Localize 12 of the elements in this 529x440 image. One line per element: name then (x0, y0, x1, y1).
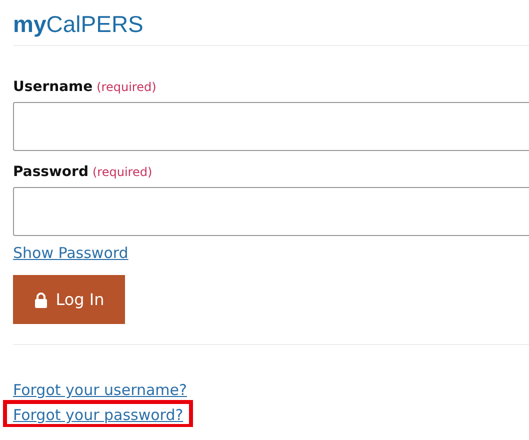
required-note: (required) (96, 79, 156, 96)
forgot-link[interactable]: Forgot your password? (13, 406, 184, 424)
forgot-link[interactable]: Forgot your username? (13, 381, 187, 399)
input-field[interactable] (13, 187, 529, 236)
required-note: (required) (92, 164, 152, 181)
login-button[interactable]: Log In (13, 275, 125, 324)
lock-icon (34, 292, 48, 308)
logo: myCalPERS (13, 10, 144, 38)
show-password-link[interactable]: Show Password (13, 244, 128, 262)
field-label: Password (13, 163, 88, 181)
input-field[interactable] (13, 102, 529, 151)
field-label: Username (13, 78, 93, 96)
